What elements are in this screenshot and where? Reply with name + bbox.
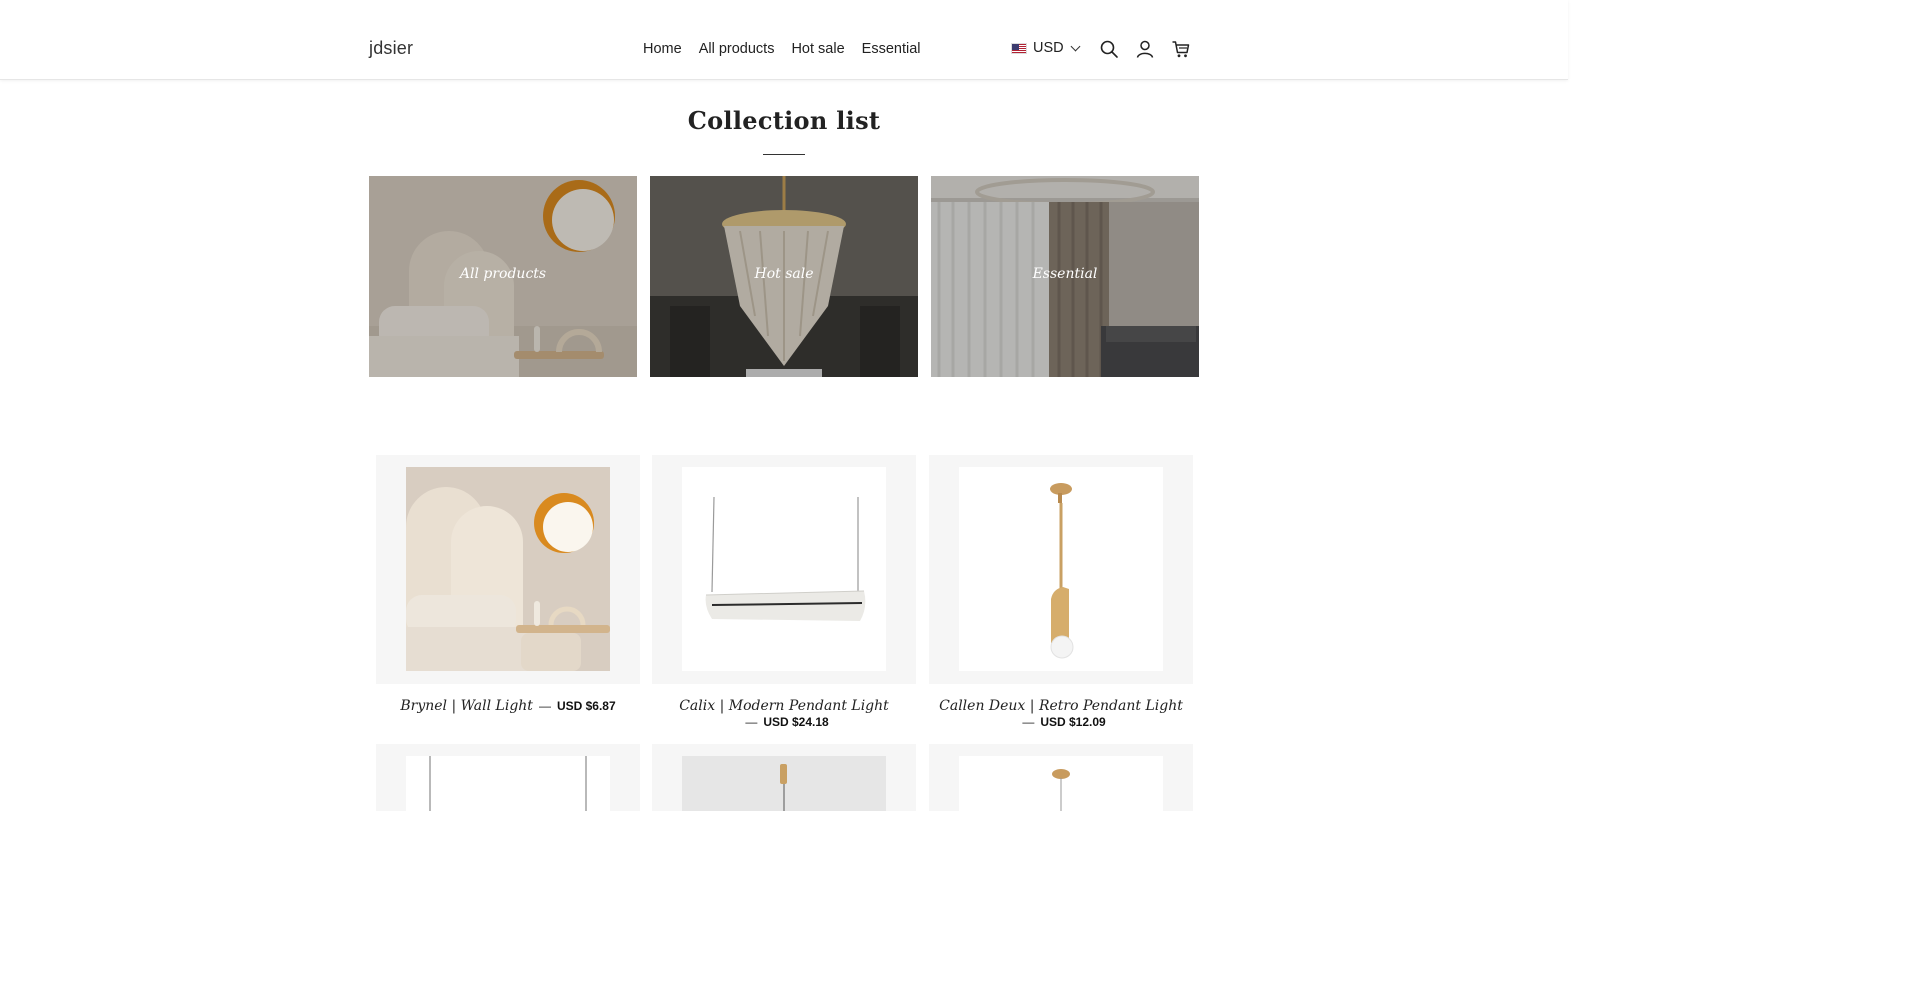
product-name[interactable]: Callen Deux | Retro Pendant Light [939,698,1183,714]
title-divider [763,154,805,155]
brass-pendant-light-image [959,467,1163,671]
product-image [682,467,886,671]
nav-essential[interactable]: Essential [862,41,921,57]
product-image [959,756,1163,811]
cart-icon[interactable] [1171,39,1191,59]
product-image [406,756,610,811]
product-image [406,467,610,671]
product-info-calix: Calix | Modern Pendant Light — USD $24.18 [679,698,889,729]
product-card-calix[interactable] [652,455,916,684]
product-name[interactable]: Brynel | Wall Light [400,698,533,714]
site-header: jdsier Home All products Hot sale Essent… [0,0,1568,80]
product-price: USD $24.18 [763,715,829,729]
page-title: Collection list [687,106,881,135]
product-card[interactable] [652,744,916,811]
pendant-light-image [406,756,610,811]
collection-card-hot-sale[interactable]: Hot sale [650,176,918,377]
product-price: USD $6.87 [556,699,616,713]
nav-all-products[interactable]: All products [699,41,775,57]
site-logo[interactable]: jdsier [369,38,413,59]
currency-selector[interactable]: USD [1011,40,1081,56]
product-price: USD $12.09 [1040,715,1106,729]
linear-pendant-light-image [682,467,886,671]
product-card[interactable] [929,744,1193,811]
collection-label: Essential [1032,266,1098,282]
main-nav: Home All products Hot sale Essential [643,41,921,57]
collection-card-essential[interactable]: Essential [931,176,1199,377]
product-card-callen-deux[interactable] [929,455,1193,684]
product-card[interactable] [376,744,640,811]
collection-label: All products [459,266,547,282]
collection-label: Hot sale [754,266,814,282]
pendant-light-image [959,756,1163,811]
search-icon[interactable] [1099,39,1119,59]
product-name[interactable]: Calix | Modern Pendant Light [679,698,889,714]
product-info-brynel: Brynel | Wall Light — USD $6.87 [400,698,616,714]
product-image [682,756,886,811]
product-image [959,467,1163,671]
currency-label: USD [1033,40,1064,56]
chevron-down-icon [1070,41,1081,51]
product-card-brynel[interactable] [376,455,640,684]
collection-card-all-products[interactable]: All products [369,176,637,377]
flag-us-icon [1011,42,1027,54]
pendant-light-image [682,756,886,811]
wall-light-image [406,467,610,671]
product-info-callen-deux: Callen Deux | Retro Pendant Light — USD $… [939,698,1183,729]
nav-hot-sale[interactable]: Hot sale [791,41,844,57]
nav-home[interactable]: Home [643,41,682,57]
account-icon[interactable] [1135,39,1155,59]
